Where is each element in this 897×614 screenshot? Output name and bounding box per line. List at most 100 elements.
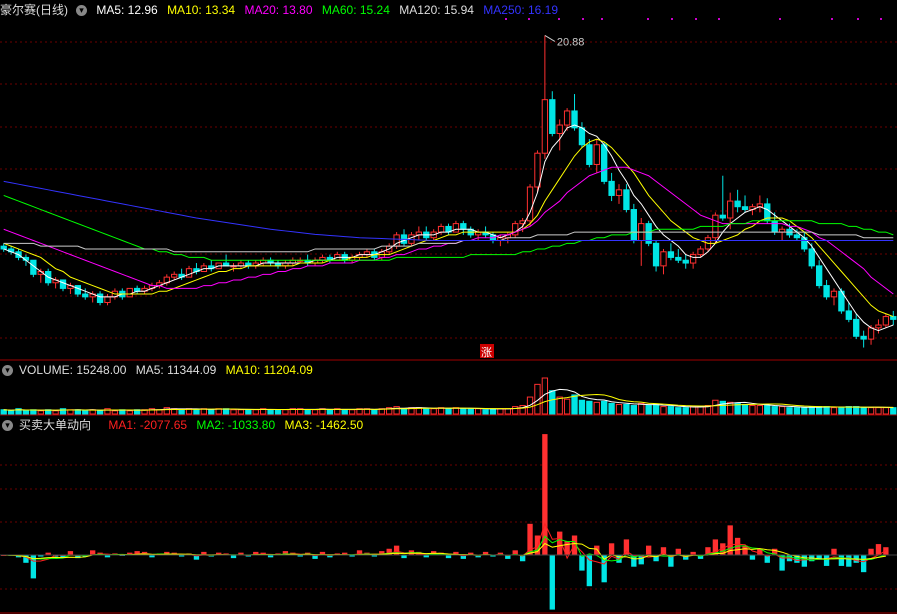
volume-bar <box>237 409 245 415</box>
flow-bar <box>579 555 585 571</box>
high-pointer <box>544 35 556 42</box>
volume-bar <box>311 409 319 415</box>
volume-bar <box>52 410 59 415</box>
volume-bar <box>193 409 200 415</box>
flow-bar <box>645 545 652 555</box>
volume-bar <box>830 407 838 415</box>
price-panel-header: 豪尔赛(日线) ▾ MA5: 12.96 MA10: 13.34 MA20: 13… <box>0 2 564 18</box>
volume-bar <box>482 409 489 415</box>
volume-bar <box>749 405 756 415</box>
candle-body <box>667 251 675 258</box>
volume-bar <box>348 409 356 415</box>
flow-bar <box>527 523 533 555</box>
volume-bar <box>0 409 7 415</box>
volume-bar <box>697 406 704 415</box>
candle-body <box>578 127 586 146</box>
candle-body <box>860 335 867 340</box>
volume-bar <box>867 407 875 415</box>
volume-bar <box>623 403 630 415</box>
volume-ma5-label: MA5: 11344.09 <box>135 363 217 377</box>
volume-bar <box>675 407 682 415</box>
flow-bar <box>749 555 756 560</box>
volume-bar <box>178 409 185 415</box>
volume-bar <box>445 408 452 415</box>
volume-bar <box>615 403 623 415</box>
ma250-label: MA250: 16.19 <box>483 3 559 17</box>
volume-bar <box>853 406 860 415</box>
volume-bar <box>727 401 734 415</box>
volume-panel-header: ▾ VOLUME: 15248.00 MA5: 11344.09 MA10: 11… <box>0 362 319 378</box>
flow-ma1-label: MA1: -2077.65 <box>108 418 188 432</box>
volume-bar <box>667 406 675 415</box>
chevron-down-icon[interactable]: ▾ <box>76 5 87 17</box>
volume-bar <box>838 407 845 415</box>
volume-bar <box>489 408 497 415</box>
candle-body <box>623 189 630 211</box>
volume-bar <box>282 409 289 415</box>
signal-dot <box>831 18 833 20</box>
volume-bar <box>208 409 215 415</box>
signal-dot <box>582 18 584 20</box>
flow-bar <box>846 555 852 567</box>
candle-body <box>815 265 823 287</box>
volume-bar <box>578 399 586 415</box>
stock-chart[interactable]: 20.88 涨 <box>0 0 897 614</box>
candle-body <box>608 180 615 196</box>
candle-body <box>734 200 741 208</box>
volume-bar <box>267 409 274 415</box>
volume-bar <box>778 406 786 415</box>
candle-body <box>830 290 838 298</box>
volume-bar <box>371 409 378 415</box>
flow-title: 买卖大单动向 <box>19 418 92 432</box>
volume-bar <box>786 407 793 415</box>
volume-bar <box>549 390 556 415</box>
volume-bar <box>252 409 259 415</box>
candle-body <box>630 209 637 242</box>
chevron-down-icon[interactable]: ▾ <box>2 420 13 432</box>
candle-body <box>882 316 890 326</box>
flow-bar <box>549 555 555 610</box>
volume-bar <box>400 408 408 415</box>
flow-bar <box>67 551 74 555</box>
signal-dot <box>779 18 781 20</box>
volume-bar <box>764 405 771 415</box>
chevron-down-icon[interactable]: ▾ <box>2 365 13 377</box>
flow-bar <box>742 545 748 555</box>
candle-body <box>675 256 682 261</box>
signal-dot <box>695 18 697 20</box>
volume-bar <box>601 400 608 415</box>
candle-body <box>890 316 897 320</box>
signal-dot <box>880 18 882 20</box>
candle-body <box>59 279 67 289</box>
high-label: 20.88 <box>557 36 585 48</box>
candle-body <box>652 242 660 267</box>
candle-body <box>615 189 623 196</box>
volume-bar <box>593 401 600 415</box>
candle-body <box>556 124 563 134</box>
volume-bar <box>82 410 89 415</box>
flow-bar <box>860 555 867 573</box>
candle-body <box>823 285 830 298</box>
volume-bar <box>126 410 133 415</box>
volume-bar <box>860 407 867 415</box>
ma20-label: MA20: 13.80 <box>244 3 313 17</box>
volume-bar <box>430 408 437 415</box>
volume-bar <box>22 410 30 415</box>
candle-body <box>793 234 801 239</box>
volume-bar <box>341 409 348 415</box>
volume-bar <box>504 408 511 415</box>
candle-body <box>534 152 541 188</box>
candle-body <box>452 223 460 233</box>
candle-body <box>549 99 556 134</box>
volume-bar <box>326 409 334 415</box>
volume-bar <box>712 399 719 415</box>
volume-bar <box>771 406 778 415</box>
candle-body <box>171 273 178 278</box>
flow-ma2-label: MA2: -1033.80 <box>196 418 276 432</box>
volume-bar <box>645 405 652 415</box>
candle-body <box>563 110 571 126</box>
signal-dot <box>647 18 649 20</box>
flow-bar <box>594 545 600 555</box>
candle-body <box>875 324 882 329</box>
volume-bar <box>37 410 44 415</box>
